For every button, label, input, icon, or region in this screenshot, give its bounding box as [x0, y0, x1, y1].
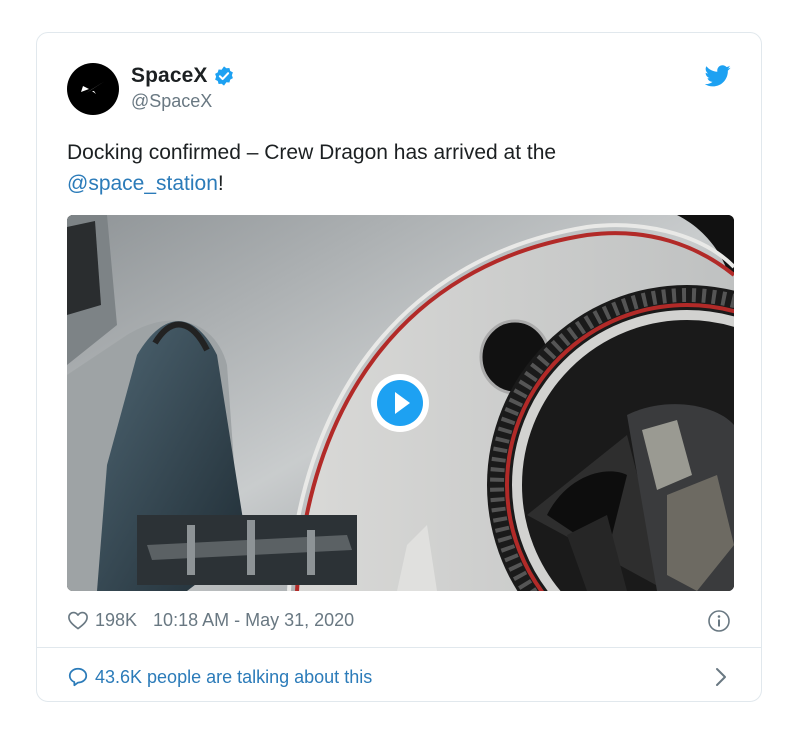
video-player[interactable]	[67, 215, 734, 591]
spacex-logo-icon	[81, 81, 105, 94]
account-handle[interactable]: @SpaceX	[131, 91, 235, 112]
account-names: SpaceX @SpaceX	[131, 63, 235, 112]
info-icon[interactable]	[707, 609, 731, 633]
avatar[interactable]	[67, 63, 119, 115]
heart-icon	[68, 611, 88, 630]
twitter-bird-icon[interactable]	[705, 65, 731, 87]
conversation-text: 43.6K people are talking about this	[95, 666, 373, 687]
mention-link[interactable]: @space_station	[67, 172, 218, 195]
verified-badge-icon	[215, 66, 234, 86]
reply-bubble-icon	[68, 667, 88, 687]
tweet-text-end: !	[217, 172, 224, 195]
play-circle-icon[interactable]	[371, 374, 429, 432]
like-button[interactable]: 198K	[67, 610, 137, 631]
name-row: SpaceX	[131, 63, 235, 89]
tweet-header: SpaceX @SpaceX	[67, 61, 731, 117]
divider	[37, 647, 761, 648]
timestamp-link[interactable]: 10:18 AM - May 31, 2020	[153, 610, 354, 631]
tweet-text: Docking confirmed – Crew Dragon has arri…	[67, 137, 707, 199]
tweet-text-part: Docking confirmed – Crew Dragon has arri…	[67, 141, 557, 164]
tweet-meta: 198K 10:18 AM - May 31, 2020	[67, 605, 731, 635]
chevron-right-icon	[716, 668, 726, 686]
account-name[interactable]: SpaceX	[131, 64, 207, 88]
like-count: 198K	[95, 609, 138, 630]
conversation-link[interactable]: 43.6K people are talking about this	[67, 663, 731, 691]
tweet-card: SpaceX @SpaceX Docking confirmed – Crew …	[36, 32, 762, 702]
